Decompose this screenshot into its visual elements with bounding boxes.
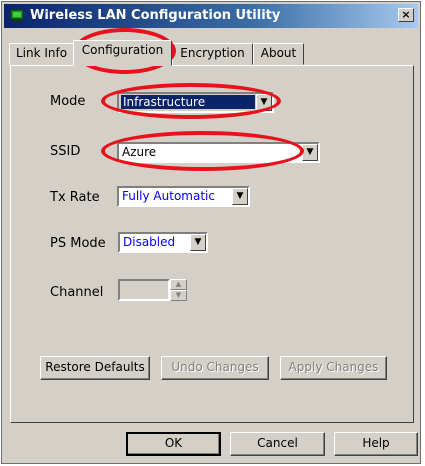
channel-label: Channel (50, 285, 104, 300)
ssid-label: SSID (50, 144, 81, 159)
ps-mode-select[interactable]: Disabled ▼ (118, 232, 208, 253)
tx-rate-select[interactable]: Fully Automatic ▼ (117, 186, 250, 207)
channel-field[interactable] (118, 279, 170, 301)
title-bar[interactable]: Wireless LAN Configuration Utility × (4, 4, 418, 28)
mode-select[interactable]: Infrastructure ▼ (117, 92, 274, 113)
tab-encryption[interactable]: Encryption (172, 43, 253, 65)
chevron-down-icon[interactable]: ▼ (190, 234, 206, 251)
mode-label: Mode (50, 94, 86, 109)
channel-spinner[interactable]: ▲ ▼ (118, 279, 187, 301)
chevron-down-icon[interactable]: ▼ (232, 188, 248, 205)
spin-down-icon[interactable]: ▼ (170, 290, 187, 301)
restore-defaults-button[interactable]: Restore Defaults (40, 356, 150, 380)
tx-rate-value: Fully Automatic (122, 189, 215, 203)
mode-value: Infrastructure (121, 95, 255, 109)
ssid-combobox[interactable]: Azure ▼ (117, 142, 320, 163)
close-button[interactable]: × (398, 8, 414, 22)
window-title: Wireless LAN Configuration Utility (30, 8, 281, 23)
apply-changes-button[interactable]: Apply Changes (280, 356, 387, 380)
cancel-button[interactable]: Cancel (230, 432, 325, 456)
ps-mode-value: Disabled (123, 235, 176, 249)
ok-button[interactable]: OK (126, 432, 221, 456)
config-window: Wireless LAN Configuration Utility × Lin… (1, 1, 421, 464)
tab-link-info[interactable]: Link Info (9, 43, 74, 65)
tab-configuration[interactable]: Configuration (73, 40, 172, 66)
spin-up-icon[interactable]: ▲ (170, 279, 187, 290)
tab-about[interactable]: About (253, 43, 304, 65)
undo-changes-button[interactable]: Undo Changes (161, 356, 269, 380)
ps-mode-label: PS Mode (50, 236, 106, 251)
chevron-down-icon[interactable]: ▼ (256, 94, 272, 111)
ssid-value: Azure (122, 145, 157, 159)
tx-rate-label: Tx Rate (50, 190, 100, 205)
chevron-down-icon[interactable]: ▼ (302, 144, 318, 161)
help-button[interactable]: Help (334, 432, 418, 456)
network-adapter-icon (10, 9, 24, 22)
